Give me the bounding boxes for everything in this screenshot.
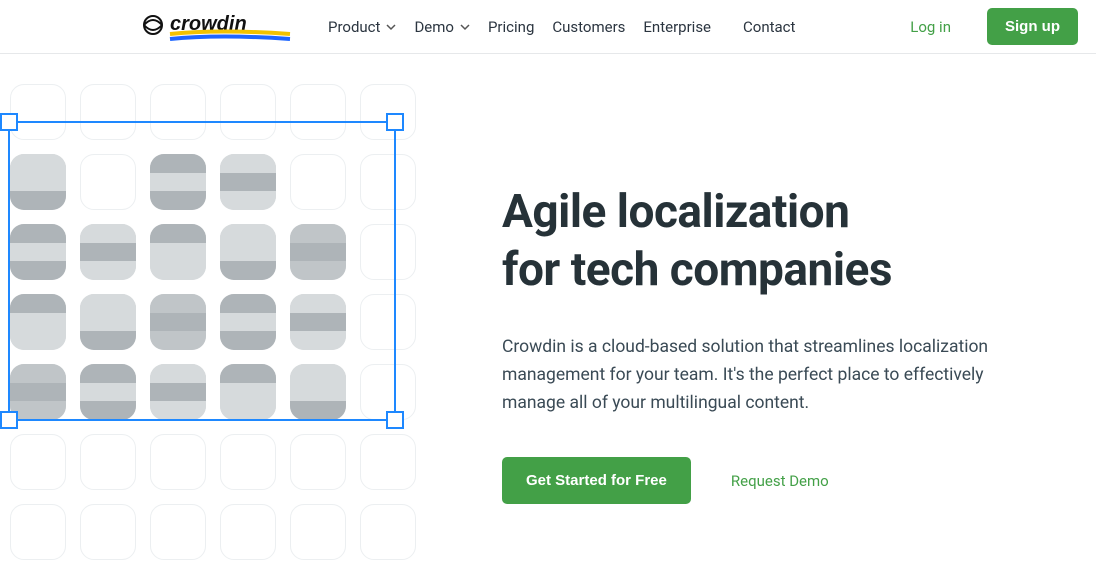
hero-title-line2: for tech companies [502, 243, 892, 297]
hero-content: Agile localization for tech companies Cr… [490, 54, 1096, 561]
flag-tile [10, 224, 66, 280]
flag-tile [220, 294, 276, 350]
flag-tile [80, 434, 136, 490]
flag-tile [220, 84, 276, 140]
chevron-down-icon [460, 22, 470, 32]
flag-tile [80, 504, 136, 560]
nav-enterprise-label: Enterprise [643, 18, 711, 36]
flag-tile [10, 154, 66, 210]
flag-tile [10, 294, 66, 350]
hero-title-line1: Agile localization [502, 185, 849, 239]
nav-demo[interactable]: Demo [414, 18, 470, 36]
flag-grid [0, 84, 416, 560]
nav-contact[interactable]: Contact [743, 18, 795, 36]
flag-tile [10, 434, 66, 490]
flag-tile [290, 434, 346, 490]
flag-tile [290, 364, 346, 420]
nav-contact-label: Contact [743, 18, 795, 36]
flag-tile [290, 294, 346, 350]
flag-tile [10, 84, 66, 140]
flag-tile [10, 504, 66, 560]
nav-customers-label: Customers [552, 18, 625, 36]
flag-tile [80, 294, 136, 350]
nav-product-label: Product [328, 18, 380, 36]
chevron-down-icon [386, 22, 396, 32]
flag-tile [290, 84, 346, 140]
logo[interactable]: crowdin [140, 12, 300, 42]
flag-tile [360, 294, 416, 350]
nav-pricing-label: Pricing [488, 18, 534, 36]
flag-tile [220, 154, 276, 210]
flag-tile [360, 154, 416, 210]
flag-tile [290, 504, 346, 560]
nav-pricing[interactable]: Pricing [488, 18, 534, 36]
hero-section: Agile localization for tech companies Cr… [0, 54, 1096, 561]
hero-description: Crowdin is a cloud-based solution that s… [502, 333, 1022, 417]
flag-tile [220, 434, 276, 490]
primary-nav: Product Demo Pricing Customers Enterpris… [328, 8, 1078, 45]
cta-row: Get Started for Free Request Demo [502, 457, 1036, 504]
flag-tile [150, 504, 206, 560]
flag-tile [220, 364, 276, 420]
request-demo-link[interactable]: Request Demo [731, 472, 829, 490]
flag-tile [80, 154, 136, 210]
flag-tile [290, 154, 346, 210]
get-started-button[interactable]: Get Started for Free [502, 457, 691, 504]
flag-tile [80, 224, 136, 280]
flag-tile [10, 364, 66, 420]
flag-tile [150, 294, 206, 350]
site-header: crowdin Product Demo Pricing Customers E… [0, 0, 1096, 54]
login-link[interactable]: Log in [910, 18, 951, 36]
flag-tile [220, 504, 276, 560]
flag-tile [150, 224, 206, 280]
crowdin-logo-icon: crowdin [140, 12, 300, 42]
flag-tile [150, 434, 206, 490]
flag-tile [290, 224, 346, 280]
nav-customers[interactable]: Customers [552, 18, 625, 36]
flag-tile [360, 364, 416, 420]
flag-tile [360, 224, 416, 280]
flag-tile [80, 364, 136, 420]
signup-button[interactable]: Sign up [987, 8, 1078, 45]
flag-tile [150, 364, 206, 420]
flag-tile [360, 84, 416, 140]
flag-tile [220, 224, 276, 280]
flag-tile [80, 84, 136, 140]
hero-title: Agile localization for tech companies [502, 184, 1036, 299]
flag-tile [150, 154, 206, 210]
nav-product[interactable]: Product [328, 18, 396, 36]
flag-tile [360, 504, 416, 560]
nav-demo-label: Demo [414, 18, 454, 36]
nav-enterprise[interactable]: Enterprise [643, 18, 711, 36]
hero-illustration [0, 54, 490, 561]
flag-tile [360, 434, 416, 490]
flag-tile [150, 84, 206, 140]
